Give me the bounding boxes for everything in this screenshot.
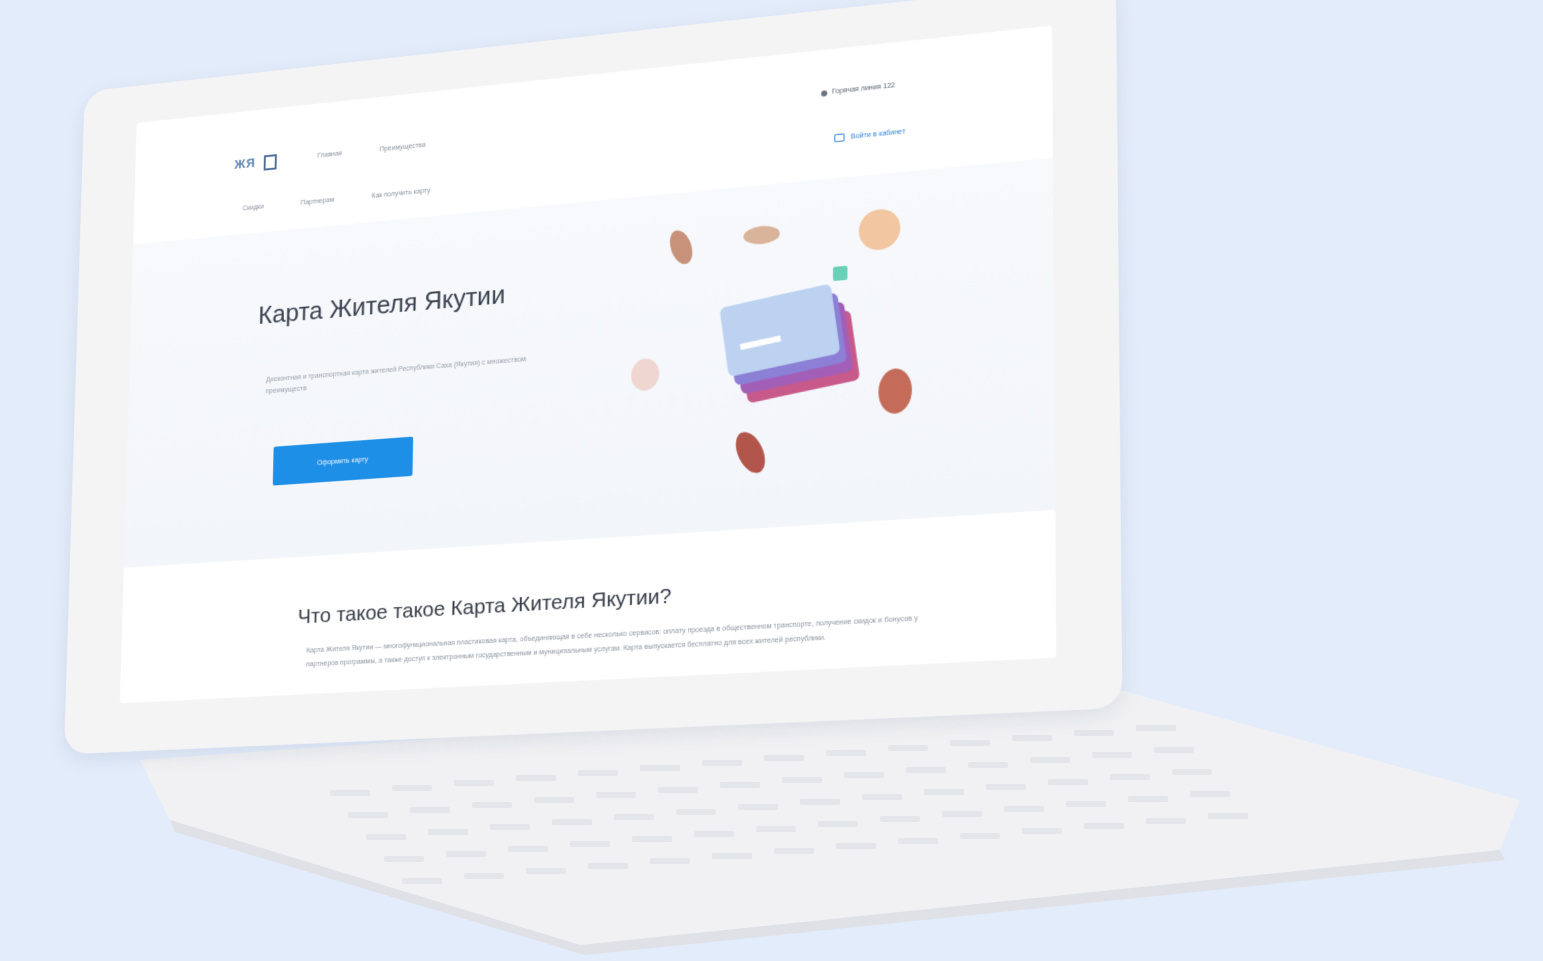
keyboard-key xyxy=(348,812,388,818)
nav-item-discounts[interactable]: Скидки xyxy=(242,204,263,213)
logo-text: ЖЯ xyxy=(234,155,256,172)
nav-item-how-to-get[interactable]: Как получить карту xyxy=(372,188,431,200)
nav-item-partners[interactable]: Партнерам xyxy=(301,197,335,207)
keyboard-key xyxy=(1066,801,1106,807)
keyboard-key xyxy=(650,858,690,864)
keyboard-key xyxy=(1128,796,1168,802)
keyboard-key xyxy=(712,853,752,859)
keyboard-key xyxy=(1030,757,1070,763)
keyboard-key xyxy=(330,790,370,796)
hero-subtitle: Дисконтная и транспортная карта жителей … xyxy=(265,356,527,396)
about-title: Что такое такое Карта Жителя Якутии? xyxy=(297,584,672,629)
keyboard-key xyxy=(702,760,742,766)
keyboard-key xyxy=(764,755,804,761)
get-card-button[interactable]: Оформить карту xyxy=(272,436,414,486)
keyboard-key xyxy=(588,863,628,869)
nav-top: Главная Преимущества xyxy=(317,142,425,160)
hotline-label: Горячая линия 122 xyxy=(832,82,896,96)
keyboard-key xyxy=(800,799,840,805)
keyboard-key xyxy=(906,767,946,773)
keyboard-key xyxy=(676,809,716,815)
keyboard-key xyxy=(464,873,504,879)
keyboard-key xyxy=(1004,806,1044,812)
keyboard-key xyxy=(446,851,486,857)
keyboard-key xyxy=(552,819,592,825)
keyboard-key xyxy=(1092,752,1132,758)
keyboard-key xyxy=(1022,828,1062,834)
keyboard-key xyxy=(836,843,876,849)
login-label: Войти в кабинет xyxy=(850,127,906,141)
keyboard-key xyxy=(472,802,512,808)
keyboard-key xyxy=(968,762,1008,768)
keyboard-key xyxy=(1012,735,1052,741)
keyboard-key xyxy=(578,770,618,776)
keyboard-key xyxy=(782,777,822,783)
keyboard-key xyxy=(632,836,672,842)
keyboard-key xyxy=(1208,813,1248,819)
keyboard-key xyxy=(490,824,530,830)
keyboard-key xyxy=(720,782,760,788)
keyboard-key xyxy=(516,775,556,781)
keyboard-key xyxy=(454,780,494,786)
keyboard-key xyxy=(640,765,680,771)
login-link[interactable]: Войти в кабинет xyxy=(834,127,906,143)
keyboard-key xyxy=(384,856,424,862)
keyboard-key xyxy=(738,804,778,810)
keyboard-key xyxy=(428,829,468,835)
keyboard-key xyxy=(1110,774,1150,780)
keyboard-key xyxy=(960,833,1000,839)
phone-icon xyxy=(820,89,827,97)
keyboard-key xyxy=(570,841,610,847)
laptop-mockup: ЖЯ Главная Преимущества Скидки Партнерам… xyxy=(0,0,1543,961)
keyboard-key xyxy=(508,846,548,852)
keyboard-key xyxy=(1074,730,1114,736)
keyboard-key xyxy=(924,789,964,795)
keyboard-key xyxy=(1172,769,1212,775)
keyboard-key xyxy=(410,807,450,813)
keyboard-key xyxy=(694,831,734,837)
laptop-screen: ЖЯ Главная Преимущества Скидки Партнерам… xyxy=(119,25,1057,704)
keyboard-key xyxy=(986,784,1026,790)
keyboard-key xyxy=(526,868,566,874)
keyboard-key xyxy=(774,848,814,854)
keyboard-key xyxy=(888,745,928,751)
keyboard-key xyxy=(1084,823,1124,829)
keyboard-key xyxy=(826,750,866,756)
site-logo[interactable]: ЖЯ xyxy=(234,153,277,173)
keyboard-key xyxy=(1136,725,1176,731)
keyboard-key xyxy=(880,816,920,822)
keyboard-key xyxy=(614,814,654,820)
keyboard-key xyxy=(1190,791,1230,797)
hotline[interactable]: Горячая линия 122 xyxy=(820,82,896,97)
keyboard-key xyxy=(534,797,574,803)
nav-item-main[interactable]: Главная xyxy=(317,150,342,159)
cards-coins-illustration xyxy=(631,207,912,478)
keyboard-key xyxy=(366,834,406,840)
keyboard-key xyxy=(862,794,902,800)
keyboard-key xyxy=(1146,818,1186,824)
laptop-lid: ЖЯ Главная Преимущества Скидки Партнерам… xyxy=(63,0,1123,755)
nav-bottom: Скидки Партнерам Как получить карту xyxy=(242,188,430,213)
keyboard-key xyxy=(844,772,884,778)
keyboard-key xyxy=(756,826,796,832)
keyboard-key xyxy=(596,792,636,798)
nav-item-benefits[interactable]: Преимущества xyxy=(379,142,425,153)
keyboard-key xyxy=(898,838,938,844)
logo-icon xyxy=(263,153,277,171)
keyboard-key xyxy=(392,785,432,791)
keyboard-key xyxy=(1154,747,1194,753)
keyboard-key xyxy=(1048,779,1088,785)
keyboard-key xyxy=(950,740,990,746)
keyboard-key xyxy=(818,821,858,827)
keyboard-key xyxy=(658,787,698,793)
keyboard-key xyxy=(402,878,442,884)
login-icon xyxy=(834,133,845,143)
hero-title: Карта Жителя Якутии xyxy=(257,279,506,330)
keyboard-key xyxy=(942,811,982,817)
